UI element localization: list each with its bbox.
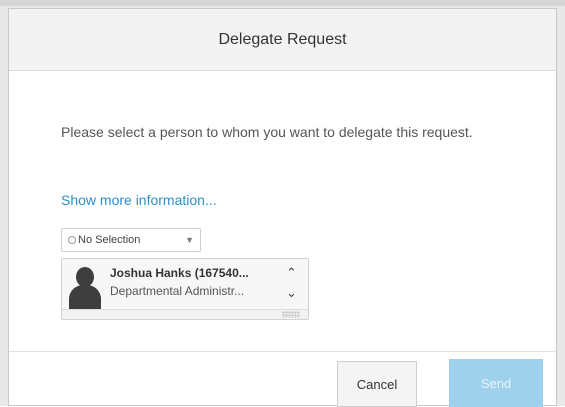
resize-grip-icon[interactable]: [282, 311, 300, 318]
dialog-header: Delegate Request: [9, 9, 556, 71]
delegate-request-dialog: Delegate Request Please select a person …: [8, 8, 557, 407]
avatar-icon: [68, 267, 102, 309]
selection-dropdown[interactable]: No Selection ▼: [61, 228, 201, 252]
send-button[interactable]: Send: [449, 359, 543, 407]
person-role: Departmental Administr...: [110, 284, 245, 298]
dialog-message: Please select a person to whom you want …: [61, 124, 473, 140]
show-more-information-link[interactable]: Show more information...: [61, 192, 217, 208]
chevron-down-icon: ▼: [185, 235, 194, 245]
backdrop-strip: [0, 0, 565, 6]
radio-icon: [68, 236, 76, 244]
person-list[interactable]: Joshua Hanks (167540... Departmental Adm…: [61, 258, 309, 320]
dialog-title: Delegate Request: [218, 30, 347, 48]
chevron-down-icon[interactable]: ⌄: [286, 285, 297, 301]
person-name: Joshua Hanks (167540...: [110, 266, 249, 280]
cancel-button[interactable]: Cancel: [337, 361, 417, 407]
footer-divider: [9, 351, 556, 352]
selection-dropdown-value: No Selection: [78, 234, 141, 246]
person-list-resize-bar: [62, 309, 308, 319]
chevron-up-icon[interactable]: ⌃: [286, 265, 297, 281]
